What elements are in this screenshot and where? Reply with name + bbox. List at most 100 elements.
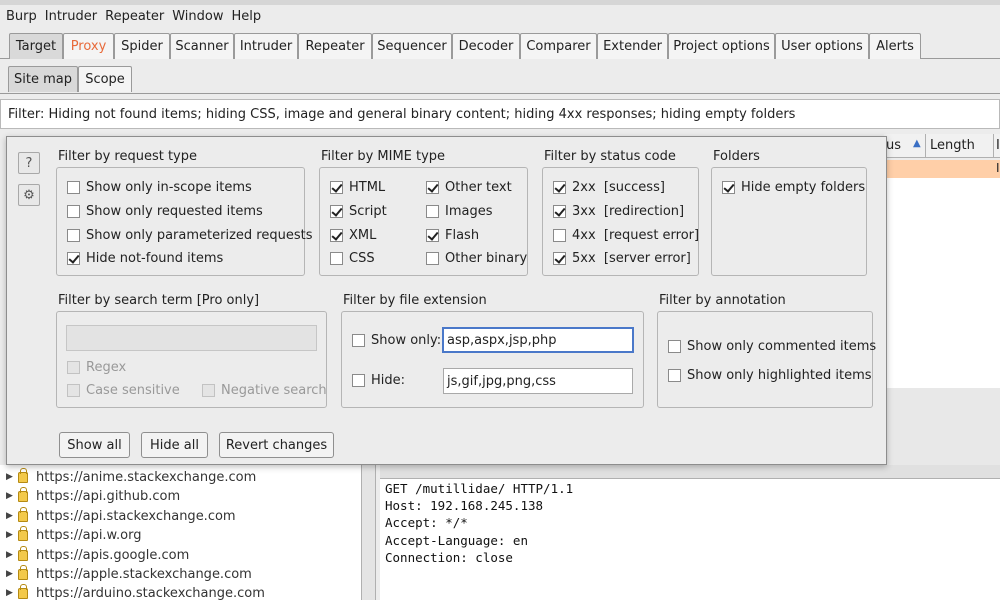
expand-arrow-icon[interactable]: ▶ [6, 472, 15, 482]
requested-items-checkbox[interactable]: Show only requested items [67, 204, 263, 219]
request-header: Accept-Language: en [385, 533, 528, 548]
hide-all-button[interactable]: Hide all [141, 432, 208, 458]
filter-settings-popup: ? ⚙ Filter by request type Show only in-… [6, 136, 887, 465]
expand-arrow-icon[interactable]: ▶ [6, 588, 15, 598]
tree-item[interactable]: ▶ https://api.w.org [6, 525, 141, 545]
tab-scope[interactable]: Scope [78, 66, 132, 92]
tree-item[interactable]: ▶ https://apis.google.com [6, 545, 189, 565]
main-tab-bar: Target Proxy Spider Scanner Intruder Rep… [0, 33, 1000, 59]
request-line: GET /mutillidae/ HTTP/1.1 [385, 481, 574, 496]
table-cell: I [996, 161, 1000, 175]
lock-icon [18, 564, 28, 580]
tab-repeater[interactable]: Repeater [298, 33, 372, 59]
revert-changes-button[interactable]: Revert changes [219, 432, 334, 458]
mime-other-text-checkbox[interactable]: Other text [426, 180, 512, 195]
hide-empty-folders-checkbox[interactable]: Hide empty folders [722, 180, 865, 195]
mime-type-title: Filter by MIME type [321, 149, 446, 164]
expand-arrow-icon[interactable]: ▶ [6, 569, 15, 579]
lock-icon [18, 486, 28, 502]
in-scope-checkbox[interactable]: Show only in-scope items [67, 180, 252, 195]
request-type-title: Filter by request type [58, 149, 197, 164]
settings-button[interactable]: ⚙ [18, 184, 40, 206]
status-3xx-checkbox[interactable]: 3xx [redirection] [553, 204, 684, 219]
hide-not-found-checkbox[interactable]: Hide not-found items [67, 251, 223, 266]
tab-extender[interactable]: Extender [597, 33, 668, 59]
sub-tab-bar: Site map Scope [0, 59, 1000, 94]
gear-icon: ⚙ [23, 187, 35, 203]
hide-ext-checkbox[interactable]: Hide: [352, 373, 405, 388]
expand-arrow-icon[interactable]: ▶ [6, 550, 15, 560]
help-button[interactable]: ? [18, 152, 40, 174]
file-extension-title: Filter by file extension [343, 293, 487, 308]
menu-window[interactable]: Window [172, 9, 223, 24]
show-only-ext-input[interactable]: asp,aspx,jsp,php [442, 327, 634, 353]
tab-user-options[interactable]: User options [775, 33, 869, 59]
tree-item[interactable]: ▶ https://api.github.com [6, 486, 180, 506]
commented-items-checkbox[interactable]: Show only commented items [668, 339, 876, 354]
request-header: Host: 192.168.245.138 [385, 498, 544, 513]
regex-checkbox[interactable]: Regex [67, 360, 126, 375]
tab-project-options[interactable]: Project options [668, 33, 775, 59]
parameterized-checkbox[interactable]: Show only parameterized requests [67, 228, 312, 243]
tree-scrollbar[interactable] [362, 465, 376, 600]
menu-intruder[interactable]: Intruder [45, 9, 97, 24]
negative-search-checkbox[interactable]: Negative search [202, 383, 327, 398]
tab-site-map[interactable]: Site map [8, 66, 78, 92]
tree-item[interactable]: ▶ https://api.stackexchange.com [6, 506, 236, 526]
folders-title: Folders [713, 149, 760, 164]
status-4xx-checkbox[interactable]: 4xx [request error] [553, 228, 699, 243]
tab-intruder[interactable]: Intruder [234, 33, 298, 59]
tab-target[interactable]: Target [9, 33, 63, 59]
status-5xx-checkbox[interactable]: 5xx [server error] [553, 251, 691, 266]
hide-ext-input[interactable]: js,gif,jpg,png,css [443, 368, 633, 394]
mime-xml-checkbox[interactable]: XML [330, 228, 376, 243]
highlighted-items-checkbox[interactable]: Show only highlighted items [668, 368, 872, 383]
request-header: Connection: close [385, 550, 513, 565]
tab-sequencer[interactable]: Sequencer [372, 33, 452, 59]
menu-help[interactable]: Help [232, 9, 262, 24]
lock-icon [18, 545, 28, 561]
lock-icon [18, 467, 28, 483]
status-2xx-checkbox[interactable]: 2xx [success] [553, 180, 665, 195]
mime-css-checkbox[interactable]: CSS [330, 251, 375, 266]
column-status[interactable]: us [886, 138, 901, 153]
annotation-group [657, 311, 873, 408]
column-divider [925, 134, 926, 158]
tab-scanner[interactable]: Scanner [170, 33, 234, 59]
annotation-title: Filter by annotation [659, 293, 786, 308]
mime-script-checkbox[interactable]: Script [330, 204, 387, 219]
menu-repeater[interactable]: Repeater [105, 9, 164, 24]
tab-spider[interactable]: Spider [114, 33, 170, 59]
tree-item[interactable]: ▶ https://anime.stackexchange.com [6, 467, 256, 487]
tree-item[interactable]: ▶ https://apple.stackexchange.com [6, 564, 252, 584]
column-length[interactable]: Length [930, 138, 975, 153]
case-sensitive-checkbox[interactable]: Case sensitive [67, 383, 180, 398]
tab-decoder[interactable]: Decoder [452, 33, 520, 59]
mime-flash-checkbox[interactable]: Flash [426, 228, 479, 243]
expand-arrow-icon[interactable]: ▶ [6, 491, 15, 501]
filter-bar[interactable]: Filter: Hiding not found items; hiding C… [0, 99, 1000, 129]
search-term-input[interactable] [66, 325, 317, 351]
lock-icon [18, 583, 28, 599]
mime-other-binary-checkbox[interactable]: Other binary [426, 251, 527, 266]
tab-comparer[interactable]: Comparer [520, 33, 597, 59]
lock-icon [18, 525, 28, 541]
show-only-ext-checkbox[interactable]: Show only: [352, 333, 441, 348]
mime-images-checkbox[interactable]: Images [426, 204, 493, 219]
request-tabs-strip [380, 465, 1000, 478]
tab-alerts[interactable]: Alerts [869, 33, 921, 59]
lock-icon [18, 506, 28, 522]
tree-item[interactable]: ▶ https://arduino.stackexchange.com [6, 583, 265, 600]
table-row-highlighted[interactable]: I [884, 160, 1000, 178]
sort-ascending-icon: ▲ [913, 138, 921, 149]
column-next[interactable]: I [996, 138, 1000, 153]
menu-burp[interactable]: Burp [6, 9, 37, 24]
tab-proxy[interactable]: Proxy [63, 33, 114, 59]
show-all-button[interactable]: Show all [59, 432, 130, 458]
column-divider [993, 134, 994, 158]
table-header: us ▲ Length I [884, 134, 1000, 158]
expand-arrow-icon[interactable]: ▶ [6, 511, 15, 521]
mime-html-checkbox[interactable]: HTML [330, 180, 385, 195]
request-header: Accept: */* [385, 515, 468, 530]
expand-arrow-icon[interactable]: ▶ [6, 530, 15, 540]
